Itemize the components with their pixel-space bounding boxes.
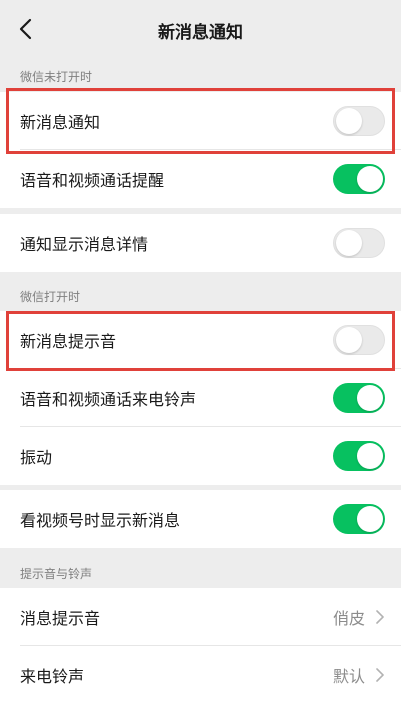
toggle-knob [336,108,362,134]
setting-label: 语音和视频通话来电铃声 [20,390,197,409]
section-header-sound: 提示音与铃声 [20,567,93,581]
chevron-right-icon [376,610,384,624]
setting-label: 看视频号时显示新消息 [20,511,181,530]
setting-value: 俏皮 [332,609,365,628]
setting-label: 来电铃声 [20,667,85,686]
new-message-notify-toggle[interactable] [333,106,385,136]
setting-value: 默认 [332,667,365,686]
toggle-knob [357,506,383,532]
voice-video-ringtone-toggle[interactable] [333,383,385,413]
toggle-knob [336,230,362,256]
setting-label: 新消息提示音 [20,332,117,351]
toggle-knob [357,385,383,411]
vibrate-toggle[interactable] [333,441,385,471]
setting-label: 新消息通知 [20,113,101,132]
setting-row-show-message-detail: 通知显示消息详情 [0,214,401,272]
setting-row-new-message-sound: 新消息提示音 [0,311,401,369]
voice-video-remind-toggle[interactable] [333,164,385,194]
setting-row-ringtone[interactable]: 来电铃声 默认 [0,646,401,704]
setting-row-voice-video-remind: 语音和视频通话提醒 [0,150,401,208]
nav-bar: 新消息通知 [0,0,401,60]
new-message-sound-toggle[interactable] [333,325,385,355]
setting-row-channels-show-new: 看视频号时显示新消息 [0,490,401,548]
chevron-right-icon [376,668,384,682]
section-header-closed: 微信未打开时 [20,70,93,84]
setting-label: 消息提示音 [20,609,101,628]
setting-row-voice-video-ringtone: 语音和视频通话来电铃声 [0,369,401,427]
setting-row-new-message-notify: 新消息通知 [0,92,401,150]
setting-label: 语音和视频通话提醒 [20,171,165,190]
section-header-open: 微信打开时 [20,290,81,304]
setting-label: 振动 [20,448,53,467]
toggle-knob [336,327,362,353]
setting-label: 通知显示消息详情 [20,235,149,254]
setting-row-vibrate: 振动 [0,427,401,485]
page-title: 新消息通知 [158,23,243,43]
toggle-knob [357,443,383,469]
setting-row-message-tone[interactable]: 消息提示音 俏皮 [0,588,401,646]
show-message-detail-toggle[interactable] [333,228,385,258]
toggle-knob [357,166,383,192]
channels-show-new-toggle[interactable] [333,504,385,534]
